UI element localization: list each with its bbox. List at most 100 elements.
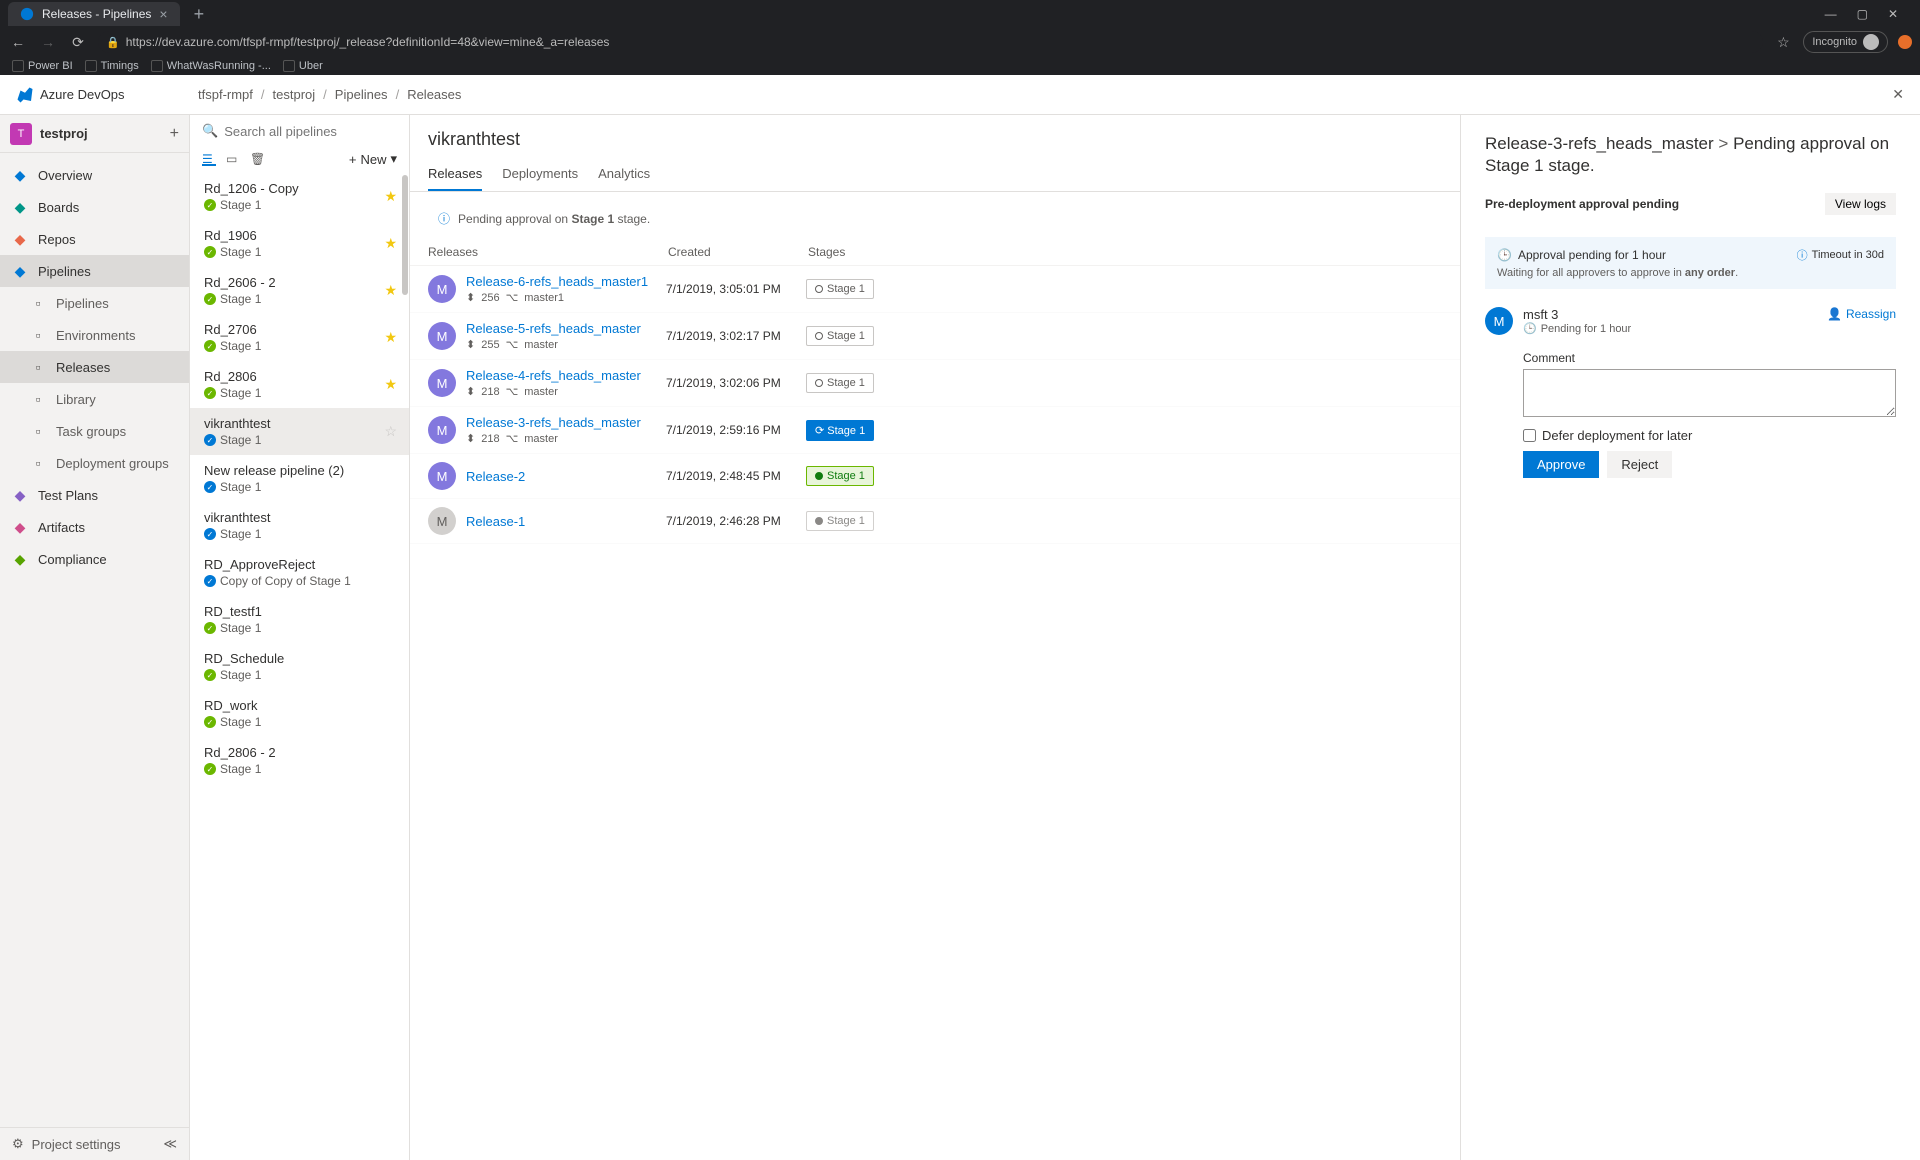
forward-button[interactable]: → — [38, 34, 58, 50]
star-icon[interactable]: ★ — [384, 282, 397, 299]
main-tabs: Releases Deployments Analytics — [410, 158, 1460, 192]
approve-button[interactable]: Approve — [1523, 451, 1599, 478]
pipeline-item[interactable]: New release pipeline (2)✓Stage 1 — [190, 455, 409, 502]
pipeline-item[interactable]: Rd_2606 - 2✓Stage 1★ — [190, 267, 409, 314]
new-tab-button[interactable]: + — [188, 4, 211, 25]
reject-button[interactable]: Reject — [1607, 451, 1672, 478]
release-link[interactable]: Release-2 — [466, 469, 666, 484]
sidebar-item-artifacts[interactable]: ◆Artifacts — [0, 511, 189, 543]
pipeline-item[interactable]: Rd_1906✓Stage 1★ — [190, 220, 409, 267]
folder-view-icon[interactable]: ▭ — [226, 152, 240, 166]
sidebar-subitem-pipelines[interactable]: ▫Pipelines — [0, 287, 189, 319]
releases-list: MRelease-6-refs_heads_master1⬍256 ⌥maste… — [410, 266, 1460, 1160]
project-selector[interactable]: T testproj + — [0, 115, 189, 153]
sidebar-item-test-plans[interactable]: ◆Test Plans — [0, 479, 189, 511]
pipeline-item[interactable]: Rd_2706✓Stage 1★ — [190, 314, 409, 361]
star-icon[interactable]: ★ — [384, 376, 397, 393]
sidebar-subitem-task-groups[interactable]: ▫Task groups — [0, 415, 189, 447]
profile-icon[interactable] — [1898, 35, 1912, 49]
repo-icon: ◆ — [12, 231, 28, 247]
release-row[interactable]: MRelease-3-refs_heads_master⬍218 ⌥master… — [410, 407, 1460, 454]
search-input[interactable] — [224, 124, 400, 139]
defer-checkbox[interactable]: Defer deployment for later — [1523, 428, 1896, 443]
release-created: 7/1/2019, 2:46:28 PM — [666, 514, 806, 528]
star-icon[interactable]: ★ — [384, 235, 397, 252]
pipeline-item[interactable]: RD_work✓Stage 1 — [190, 690, 409, 737]
stage-chip[interactable]: Stage 1 — [806, 279, 874, 299]
sidebar-item-overview[interactable]: ◆Overview — [0, 159, 189, 191]
release-link[interactable]: Release-6-refs_heads_master1 — [466, 274, 666, 289]
pipeline-item[interactable]: vikranthtest✓Stage 1 — [190, 502, 409, 549]
view-logs-button[interactable]: View logs — [1825, 193, 1896, 215]
branch-icon: ⌥ — [506, 432, 519, 445]
reload-button[interactable]: ⟳ — [68, 34, 88, 51]
new-button[interactable]: +New▾ — [349, 151, 397, 167]
bookmark-item[interactable]: Power BI — [12, 60, 73, 72]
breadcrumb-item[interactable]: tfspf-rmpf — [198, 87, 253, 102]
bookmark-item[interactable]: Timings — [85, 60, 139, 72]
stage-chip[interactable]: Stage 1 — [806, 373, 874, 393]
scrollbar-thumb[interactable] — [402, 175, 408, 295]
pipeline-item[interactable]: RD_ApproveReject✓Copy of Copy of Stage 1 — [190, 549, 409, 596]
breadcrumb-item[interactable]: Releases — [407, 87, 461, 102]
info-icon: ⓘ — [438, 210, 450, 227]
tab-releases[interactable]: Releases — [428, 158, 482, 191]
sidebar-item-boards[interactable]: ◆Boards — [0, 191, 189, 223]
tab-analytics[interactable]: Analytics — [598, 158, 650, 191]
stage-chip[interactable]: ⟳ Stage 1 — [806, 420, 874, 441]
release-row[interactable]: MRelease-17/1/2019, 2:46:28 PMStage 1 — [410, 499, 1460, 544]
sidebar-subitem-environments[interactable]: ▫Environments — [0, 319, 189, 351]
bookmark-item[interactable]: WhatWasRunning -... — [151, 60, 271, 72]
pipeline-item[interactable]: Rd_1206 - Copy✓Stage 1★ — [190, 173, 409, 220]
release-row[interactable]: MRelease-27/1/2019, 2:48:45 PMStage 1 — [410, 454, 1460, 499]
sidebar-subitem-releases[interactable]: ▫Releases — [0, 351, 189, 383]
breadcrumb-item[interactable]: testproj — [273, 87, 316, 102]
tab-deployments[interactable]: Deployments — [502, 158, 578, 191]
comment-input[interactable] — [1523, 369, 1896, 417]
list-view-icon[interactable]: ☰ — [202, 152, 216, 166]
pipeline-item[interactable]: RD_testf1✓Stage 1 — [190, 596, 409, 643]
add-icon[interactable]: + — [170, 125, 179, 143]
pipeline-item[interactable]: vikranthtest✓Stage 1☆ — [190, 408, 409, 455]
sidebar-subitem-deployment-groups[interactable]: ▫Deployment groups — [0, 447, 189, 479]
release-row[interactable]: MRelease-6-refs_heads_master1⬍256 ⌥maste… — [410, 266, 1460, 313]
address-bar[interactable]: 🔒 https://dev.azure.com/tfspf-rmpf/testp… — [98, 31, 1763, 53]
user-avatar: M — [428, 416, 456, 444]
stage-chip[interactable]: Stage 1 — [806, 326, 874, 346]
release-link[interactable]: Release-1 — [466, 514, 666, 529]
stage-chip[interactable]: Stage 1 — [806, 511, 874, 531]
main-column: vikranthtest ReleasesDeploymentsAnalytic… — [410, 115, 1460, 1160]
brand-logo[interactable]: Azure DevOps — [16, 86, 186, 104]
collapse-icon[interactable]: ≪ — [163, 1136, 177, 1152]
sidebar-item-compliance[interactable]: ◆Compliance — [0, 543, 189, 575]
sidebar-item-pipelines[interactable]: ◆Pipelines — [0, 255, 189, 287]
pipeline-item[interactable]: Rd_2806✓Stage 1★ — [190, 361, 409, 408]
sidebar-item-repos[interactable]: ◆Repos — [0, 223, 189, 255]
release-link[interactable]: Release-4-refs_heads_master — [466, 368, 666, 383]
pipeline-item[interactable]: Rd_2806 - 2✓Stage 1 — [190, 737, 409, 784]
star-icon[interactable]: ★ — [384, 329, 397, 346]
incognito-badge: Incognito — [1803, 31, 1888, 53]
bookmark-item[interactable]: Uber — [283, 60, 323, 72]
breadcrumb-item[interactable]: Pipelines — [335, 87, 388, 102]
pipeline-item[interactable]: RD_Schedule✓Stage 1 — [190, 643, 409, 690]
close-window-icon[interactable]: ✕ — [1884, 3, 1902, 25]
project-settings[interactable]: ⚙ Project settings ≪ — [0, 1127, 189, 1160]
star-icon[interactable]: ★ — [384, 188, 397, 205]
back-button[interactable]: ← — [8, 34, 28, 50]
maximize-icon[interactable]: ▢ — [1853, 3, 1872, 25]
release-link[interactable]: Release-3-refs_heads_master — [466, 415, 666, 430]
close-icon[interactable]: × — [159, 6, 167, 22]
release-row[interactable]: MRelease-4-refs_heads_master⬍218 ⌥master… — [410, 360, 1460, 407]
star-icon[interactable]: ☆ — [384, 423, 397, 440]
stage-chip[interactable]: Stage 1 — [806, 466, 874, 486]
delete-icon[interactable]: 🗑 — [250, 152, 264, 166]
sidebar-subitem-library[interactable]: ▫Library — [0, 383, 189, 415]
reassign-button[interactable]: 👤 Reassign — [1827, 307, 1896, 321]
release-link[interactable]: Release-5-refs_heads_master — [466, 321, 666, 336]
minimize-icon[interactable]: — — [1821, 3, 1841, 25]
star-icon[interactable]: ☆ — [1773, 34, 1793, 51]
close-panel-icon[interactable]: ✕ — [1892, 86, 1904, 103]
release-row[interactable]: MRelease-5-refs_heads_master⬍255 ⌥master… — [410, 313, 1460, 360]
browser-tab[interactable]: Releases - Pipelines × — [8, 2, 180, 26]
